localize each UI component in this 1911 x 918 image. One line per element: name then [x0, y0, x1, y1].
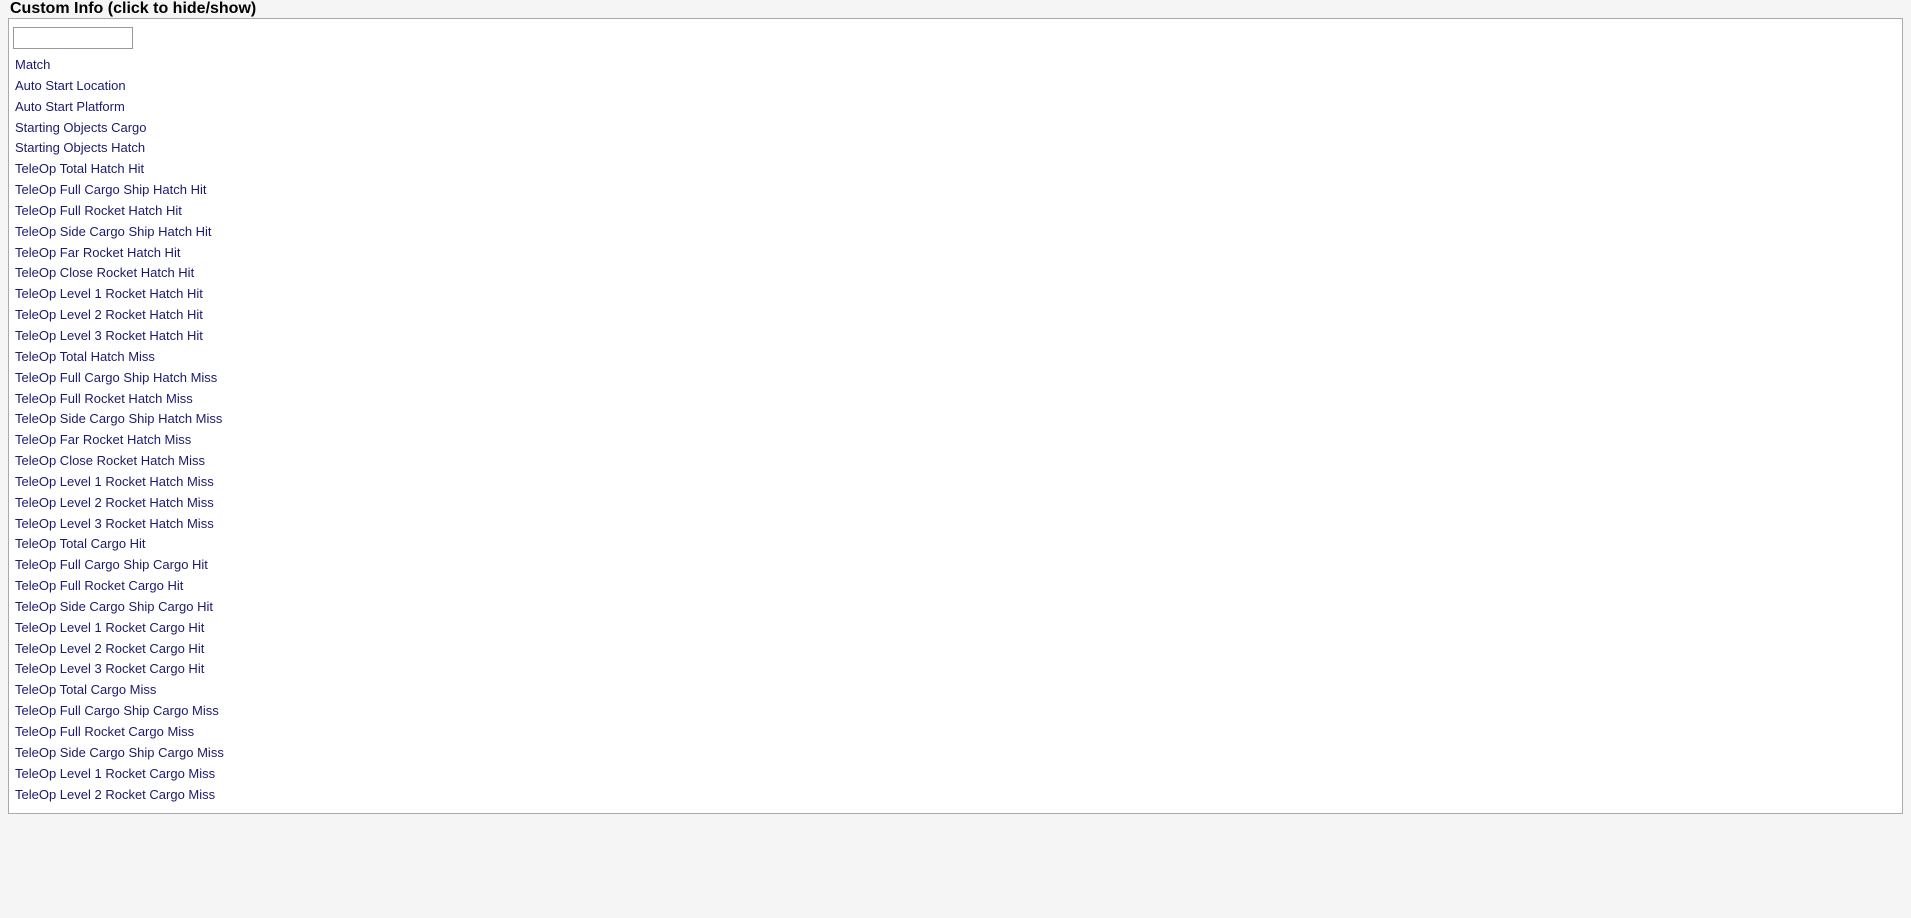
list-item: Starting Objects Hatch	[13, 138, 1898, 159]
list-item: TeleOp Level 1 Rocket Cargo Miss	[13, 764, 1898, 785]
search-input[interactable]	[13, 27, 133, 49]
content-panel: MatchAuto Start LocationAuto Start Platf…	[8, 18, 1903, 814]
list-item: TeleOp Side Cargo Ship Hatch Hit	[13, 222, 1898, 243]
list-item: TeleOp Full Rocket Hatch Miss	[13, 389, 1898, 410]
list-item: Match	[13, 55, 1898, 76]
list-item: TeleOp Level 2 Rocket Hatch Hit	[13, 305, 1898, 326]
list-item: TeleOp Full Rocket Cargo Miss	[13, 722, 1898, 743]
list-item: TeleOp Full Rocket Hatch Hit	[13, 201, 1898, 222]
page-title[interactable]: Custom Info (click to hide/show)	[0, 0, 1911, 18]
list-item: TeleOp Side Cargo Ship Cargo Hit	[13, 597, 1898, 618]
list-item: TeleOp Total Cargo Miss	[13, 680, 1898, 701]
list-item: TeleOp Level 1 Rocket Cargo Hit	[13, 618, 1898, 639]
list-item: TeleOp Level 2 Rocket Hatch Miss	[13, 493, 1898, 514]
list-item: TeleOp Level 3 Rocket Hatch Hit	[13, 326, 1898, 347]
list-item: TeleOp Level 2 Rocket Cargo Miss	[13, 785, 1898, 806]
list-item: TeleOp Full Cargo Ship Hatch Miss	[13, 368, 1898, 389]
list-item: Auto Start Location	[13, 76, 1898, 97]
list-item: TeleOp Close Rocket Hatch Hit	[13, 263, 1898, 284]
list-item: TeleOp Far Rocket Hatch Miss	[13, 430, 1898, 451]
list-item: TeleOp Total Hatch Miss	[13, 347, 1898, 368]
list-item: Auto Start Platform	[13, 97, 1898, 118]
list-item: TeleOp Close Rocket Hatch Miss	[13, 451, 1898, 472]
list-item: TeleOp Full Rocket Cargo Hit	[13, 576, 1898, 597]
list-item: Starting Objects Cargo	[13, 118, 1898, 139]
list-item: TeleOp Far Rocket Hatch Hit	[13, 243, 1898, 264]
list-item: TeleOp Full Cargo Ship Cargo Miss	[13, 701, 1898, 722]
list-item: TeleOp Level 3 Rocket Cargo Hit	[13, 659, 1898, 680]
list-item: TeleOp Side Cargo Ship Hatch Miss	[13, 409, 1898, 430]
list-item: TeleOp Level 1 Rocket Hatch Hit	[13, 284, 1898, 305]
list-item: TeleOp Total Cargo Hit	[13, 534, 1898, 555]
search-wrapper	[13, 27, 1898, 49]
list-item: TeleOp Side Cargo Ship Cargo Miss	[13, 743, 1898, 764]
list-item: TeleOp Level 1 Rocket Hatch Miss	[13, 472, 1898, 493]
item-list: MatchAuto Start LocationAuto Start Platf…	[13, 55, 1898, 805]
list-item: TeleOp Level 3 Rocket Hatch Miss	[13, 514, 1898, 535]
list-item: TeleOp Total Hatch Hit	[13, 159, 1898, 180]
list-item: TeleOp Full Cargo Ship Cargo Hit	[13, 555, 1898, 576]
list-item: TeleOp Level 2 Rocket Cargo Hit	[13, 639, 1898, 660]
list-item: TeleOp Full Cargo Ship Hatch Hit	[13, 180, 1898, 201]
